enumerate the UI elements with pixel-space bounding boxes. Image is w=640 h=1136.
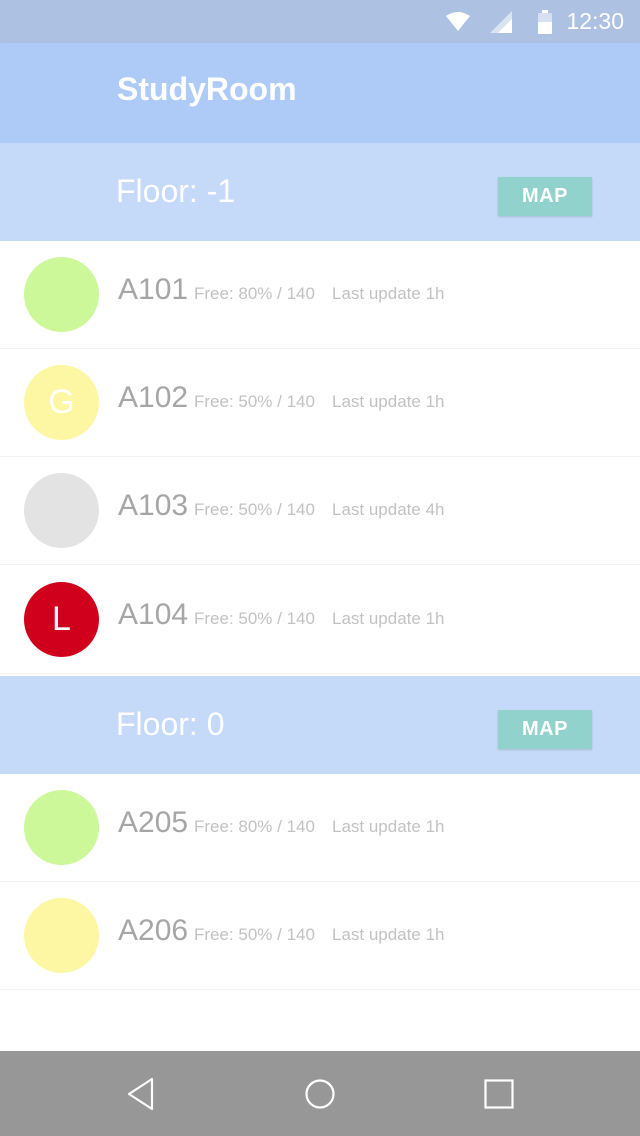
room-last-update: Last update 1h [332, 609, 445, 628]
navigation-bar [0, 1051, 640, 1136]
room-row-a103[interactable]: A103 Free: 50% / 140 Last update 4h [0, 457, 640, 565]
room-avatar [24, 898, 99, 973]
room-name: A205 [118, 806, 189, 839]
room-row-a102[interactable]: G A102 Free: 50% / 140 Last update 1h [0, 349, 640, 457]
room-name: A102 [118, 381, 189, 414]
recents-icon[interactable] [481, 1076, 517, 1112]
room-name: A104 [118, 598, 189, 631]
room-row-a206[interactable]: A206 Free: 50% / 140 Last update 1h [0, 882, 640, 990]
home-icon[interactable] [302, 1076, 338, 1112]
room-free: Free: 50% / 140 [194, 925, 315, 944]
room-name: A101 [118, 273, 189, 306]
room-name: A206 [118, 914, 189, 947]
status-clock: 12:30 [566, 8, 624, 34]
room-free: Free: 50% / 140 [194, 609, 315, 628]
room-last-update: Last update 1h [332, 817, 445, 836]
room-avatar: G [24, 365, 99, 440]
floor-label: Floor: 0 [116, 706, 225, 742]
room-free: Free: 50% / 140 [194, 392, 315, 411]
floor-header: Floor: -1 MAP [0, 143, 640, 241]
room-avatar: L [24, 582, 99, 657]
room-free: Free: 80% / 140 [194, 817, 315, 836]
room-last-update: Last update 4h [332, 500, 445, 519]
room-row-a205[interactable]: A205 Free: 80% / 140 Last update 1h [0, 774, 640, 882]
room-avatar [24, 257, 99, 332]
room-avatar [24, 473, 99, 548]
room-last-update: Last update 1h [332, 925, 445, 944]
cellular-signal-icon [490, 10, 513, 33]
room-last-update: Last update 1h [332, 392, 445, 411]
room-avatar [24, 790, 99, 865]
status-bar: 12:30 [0, 0, 640, 43]
app-title: StudyRoom [117, 71, 297, 107]
room-free: Free: 80% / 140 [194, 284, 315, 303]
battery-icon [538, 9, 553, 34]
room-last-update: Last update 1h [332, 284, 445, 303]
app-bar: StudyRoom [0, 43, 640, 143]
map-button[interactable]: MAP [498, 177, 592, 216]
room-name: A103 [118, 489, 189, 522]
status-icons: 12:30 [446, 0, 624, 43]
floor-header: Floor: 0 MAP [0, 676, 640, 774]
room-free: Free: 50% / 140 [194, 500, 315, 519]
map-button[interactable]: MAP [498, 710, 592, 749]
wifi-icon [446, 11, 471, 32]
room-row-a104[interactable]: L A104 Free: 50% / 140 Last update 1h [0, 566, 640, 674]
back-icon[interactable] [124, 1076, 160, 1112]
room-row-a101[interactable]: A101 Free: 80% / 140 Last update 1h [0, 241, 640, 349]
floor-label: Floor: -1 [116, 173, 236, 209]
